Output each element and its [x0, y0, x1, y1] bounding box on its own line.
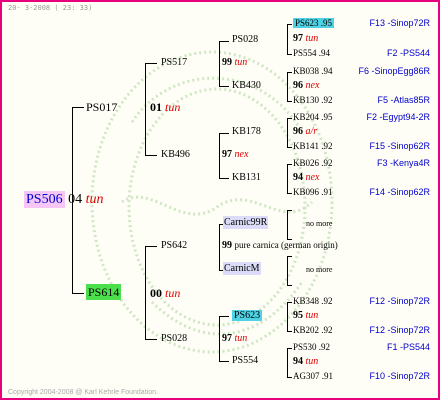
gen4-g5-nomore: no more [306, 219, 333, 228]
sire-id[interactable]: PS017 [86, 101, 117, 113]
gen4-g2-top[interactable]: KB038 .94 [293, 67, 333, 76]
gen4-g2-bottom-link[interactable]: F5 -Atlas85R [377, 96, 430, 105]
gen2-kb496-id[interactable]: KB496 [161, 150, 190, 160]
pedigree-frame: 20- 3-2008 ( 23: 33) Copyright 2004-2008… [0, 0, 440, 400]
gen2-ps642-info: 99 pure carnica (german origin) [222, 240, 338, 251]
gen4-g7-top[interactable]: KB348 .92 [293, 297, 333, 306]
gen4-g6-nomore: no more [306, 265, 333, 274]
gen2-ps517-info: 99 tun [222, 57, 248, 68]
sire-info: 01 tun [150, 101, 180, 113]
gen4-g4-bottom-link[interactable]: F14 -Sinop62R [369, 188, 430, 197]
gen2-ps642-id[interactable]: PS642 [161, 241, 187, 251]
root-mark: tun [85, 192, 104, 207]
gen3-carnic99r[interactable]: Carnic99R [223, 216, 269, 229]
root-year: 04 [68, 192, 83, 207]
gen4-g3-top-link[interactable]: F2 -Egypt94-2R [366, 113, 430, 122]
gen4-g1-info: 97 tun [293, 33, 319, 44]
gen4-g4-top[interactable]: KB026 .92 [293, 159, 333, 168]
gen2-kb496-info: 97 nex [222, 149, 249, 160]
gen4-g7-top-link[interactable]: F12 -Sinop72R [369, 297, 430, 306]
gen3-kb131[interactable]: KB131 [232, 173, 261, 183]
gen3-carnicm[interactable]: CarnicM [223, 262, 261, 275]
gen3-kb178[interactable]: KB178 [232, 127, 261, 137]
gen4-g3-info: 96 a/r [293, 126, 318, 137]
root-id-link[interactable]: PS506 [24, 191, 65, 208]
gen4-g1-top[interactable]: PS623 .95 [293, 18, 335, 28]
gen4-g8-info: 94 tun [293, 356, 319, 367]
gen4-g3-bottom-link[interactable]: F15 -Sinop62R [369, 142, 430, 151]
timestamp: 20- 3-2008 ( 23: 33) [8, 4, 93, 12]
dam-id[interactable]: PS614 [86, 284, 122, 300]
gen4-g1-bottom[interactable]: PS554 .94 [293, 49, 330, 58]
sire-year: 01 [150, 100, 162, 114]
dam-mark: tun [165, 286, 181, 300]
gen4-g4-info: 94 nex [293, 172, 320, 183]
gen4-g7-bottom[interactable]: KB202 .92 [293, 326, 333, 335]
gen4-g3-bottom[interactable]: KB141 .92 [293, 142, 333, 151]
gen4-g1-top-link[interactable]: F13 -Sinop72R [369, 19, 430, 28]
gen4-g2-info: 96 nex [293, 80, 320, 91]
gen3-kb430[interactable]: KB430 [232, 81, 261, 91]
root-queen: PS506 04 tun [24, 191, 104, 208]
gen2-ps028-info: 97 tun [222, 333, 248, 344]
gen3-ps028[interactable]: PS028 [232, 35, 258, 45]
gen4-g4-top-link[interactable]: F3 -Kenya4R [377, 159, 430, 168]
gen4-g8-top[interactable]: PS530 .92 [293, 343, 330, 352]
gen2-ps028-id[interactable]: PS028 [161, 334, 187, 344]
gen3-ps623[interactable]: PS623 [232, 310, 263, 321]
gen4-g2-top-link[interactable]: F6 -SinopEgg86R [358, 67, 430, 76]
gen4-g8-top-link[interactable]: F1 -PS544 [387, 343, 430, 352]
gen4-g2-bottom[interactable]: KB130 .92 [293, 96, 333, 105]
copyright-notice: Copyright 2004-2008 @ Karl Kehrle Founda… [8, 389, 158, 396]
gen4-g7-bottom-link[interactable]: F12 -Sinop72R [369, 326, 430, 335]
gen4-g8-bottom-link[interactable]: F10 -Sinop72R [369, 372, 430, 381]
gen4-g4-bottom[interactable]: KB096 .91 [293, 188, 333, 197]
gen2-ps517-id[interactable]: PS517 [161, 58, 187, 68]
gen4-g1-bottom-link[interactable]: F2 -PS544 [387, 49, 430, 58]
gen4-g8-bottom[interactable]: AG307 .91 [293, 372, 333, 381]
dam-info: 00 tun [150, 287, 180, 299]
dam-year: 00 [150, 286, 162, 300]
gen4-g7-info: 95 tun [293, 310, 319, 321]
sire-mark: tun [165, 100, 181, 114]
gen4-g3-top[interactable]: KB204 .95 [293, 113, 333, 122]
gen3-ps554[interactable]: PS554 [232, 356, 258, 366]
